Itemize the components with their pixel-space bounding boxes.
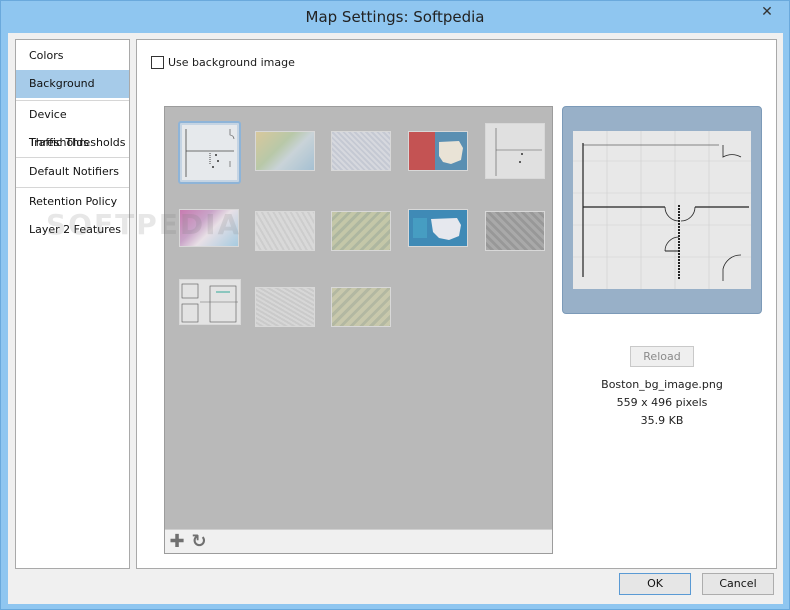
- refresh-icon[interactable]: ↻: [189, 532, 209, 552]
- street-map-thumbnail[interactable]: [255, 131, 315, 171]
- network-map-copy-thumbnail[interactable]: [255, 287, 315, 327]
- floorplan-thumbnail: [182, 125, 237, 180]
- preview-dimensions: 559 x 496 pixels: [616, 396, 708, 409]
- us-map-blue-thumbnail[interactable]: [408, 209, 468, 247]
- cancel-button[interactable]: Cancel: [702, 573, 774, 595]
- settings-sidebar: Colors Background Device Thresholds Traf…: [15, 39, 130, 569]
- sidebar-item-traffic-thresholds[interactable]: Traffic Thresholds: [16, 129, 129, 157]
- plus-icon[interactable]: ✚: [167, 532, 187, 552]
- window-title: Map Settings: Softpedia: [305, 8, 485, 26]
- preview-image: [573, 131, 751, 289]
- ok-button[interactable]: OK: [619, 573, 691, 595]
- sidebar-item-background[interactable]: Background: [16, 70, 129, 98]
- background-image-gallery: ✚ ↻: [164, 106, 553, 554]
- topology-thumbnail[interactable]: [255, 211, 315, 251]
- close-icon: ✕: [761, 4, 773, 20]
- us-outline: [413, 218, 461, 240]
- selected-thumbnail-frame[interactable]: [178, 121, 241, 184]
- sidebar-item-layer-2-features[interactable]: Layer 2 Features: [16, 216, 129, 244]
- gallery-toolbar: ✚ ↻: [165, 529, 552, 553]
- office-plan-lines: [181, 283, 238, 323]
- city-map-purple-thumbnail[interactable]: [179, 209, 239, 247]
- office-floorplan-thumbnail[interactable]: [179, 279, 241, 325]
- us-map-red-thumbnail[interactable]: [408, 131, 468, 171]
- preview-file-size: 35.9 KB: [640, 414, 684, 427]
- sidebar-item-default-notifiers[interactable]: Default Notifiers: [16, 158, 129, 186]
- floorplan-lines: [495, 128, 542, 176]
- floorplan-preview: [573, 131, 751, 289]
- use-background-image-checkbox[interactable]: [151, 55, 164, 69]
- reload-button[interactable]: Reload: [630, 346, 694, 367]
- map-settings-window: Map Settings: Softpedia ✕ Colors Backgro…: [0, 0, 790, 610]
- title-bar[interactable]: Map Settings: Softpedia ✕: [1, 1, 789, 33]
- satellite-map-thumbnail[interactable]: [331, 211, 391, 251]
- sidebar-item-retention-policy[interactable]: Retention Policy: [16, 188, 129, 216]
- sidebar-item-device-thresholds[interactable]: Device Thresholds: [16, 101, 129, 149]
- network-map-thumbnail[interactable]: [331, 131, 391, 171]
- background-settings-panel: Use background image ✚ ↻ Reload Boston_b…: [136, 39, 777, 569]
- preview-filename: Boston_bg_image.png: [601, 378, 723, 391]
- dialog-client: Colors Background Device Thresholds Traf…: [8, 33, 783, 604]
- use-background-image-label[interactable]: Use background image: [168, 56, 295, 69]
- aerial-gray-thumbnail[interactable]: [485, 211, 545, 251]
- background-preview: [562, 106, 762, 314]
- close-button[interactable]: ✕: [751, 2, 783, 22]
- us-outline: [439, 141, 463, 164]
- satellite-map-copy-thumbnail[interactable]: [331, 287, 391, 327]
- use-background-image-row[interactable]: Use background image: [151, 55, 295, 69]
- sidebar-item-colors[interactable]: Colors: [16, 42, 129, 70]
- floorplan-copy-thumbnail[interactable]: [485, 123, 545, 179]
